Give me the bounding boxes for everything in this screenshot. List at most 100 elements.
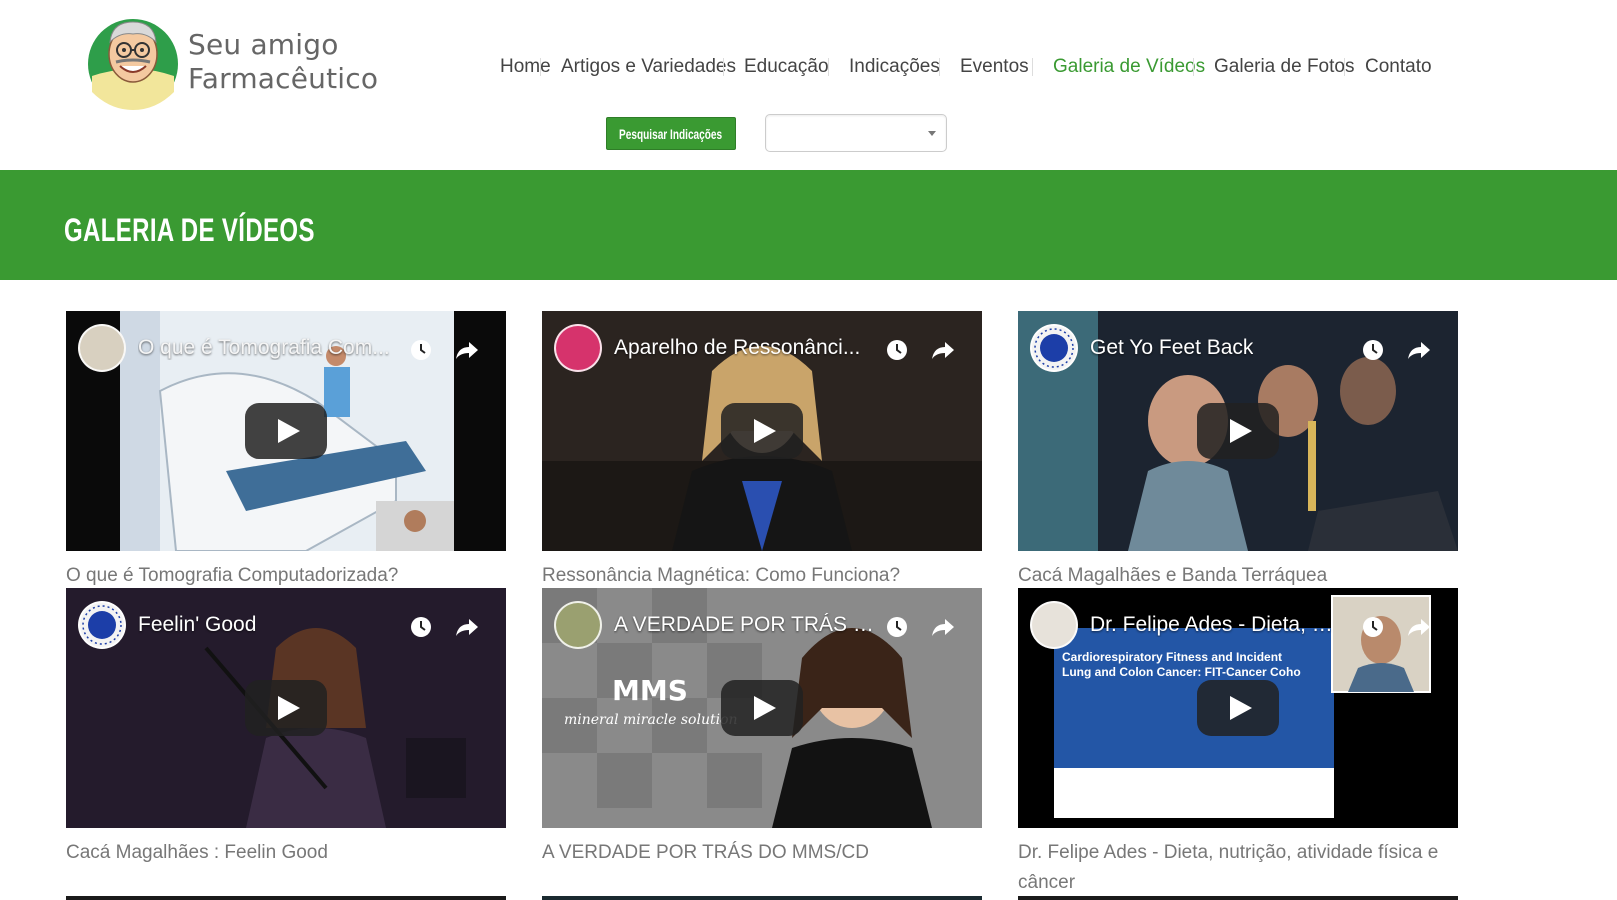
play-icon[interactable] xyxy=(1197,403,1279,459)
play-icon[interactable] xyxy=(1197,680,1279,736)
video-overlay-actions xyxy=(408,614,480,640)
video-player[interactable]: O que é Tomografia Com... xyxy=(66,311,506,551)
nav-label-home: Home xyxy=(500,56,551,77)
nav-separator xyxy=(1032,58,1033,76)
nav-item-galeria-fotos[interactable]: Galeria de Fotos xyxy=(1214,56,1354,78)
video-overlay-header: Feelin' Good xyxy=(78,598,494,652)
video-overlay-title[interactable]: Dr. Felipe Ades - Dieta, n... xyxy=(1090,613,1340,637)
video-overlay-actions xyxy=(884,614,956,640)
video-overlay-title[interactable]: O que é Tomografia Com... xyxy=(138,336,390,360)
video-player[interactable]: Cardiorespiratory Fitness and Incident L… xyxy=(1018,588,1458,828)
channel-avatar-icon[interactable] xyxy=(554,324,602,372)
clock-icon[interactable] xyxy=(408,337,434,363)
site-header: Seu amigo Farmacêutico Home Artigos e Va… xyxy=(0,0,1617,170)
nav-label-galeria-videos: Galeria de Vídeos xyxy=(1053,56,1206,77)
nav-item-indicacoes[interactable]: Indicações xyxy=(849,56,940,78)
clock-icon[interactable] xyxy=(1360,337,1386,363)
clock-icon[interactable] xyxy=(884,337,910,363)
clock-icon[interactable] xyxy=(408,614,434,640)
video-caption[interactable]: Dr. Felipe Ades - Dieta, nutrição, ativi… xyxy=(1018,838,1458,898)
nav-label-educacao: Educação xyxy=(744,56,829,77)
share-icon[interactable] xyxy=(1406,614,1432,640)
video-overlay-actions xyxy=(1360,337,1432,363)
logo-line-2: Farmacêutico xyxy=(188,62,379,95)
nav-separator xyxy=(939,58,940,76)
channel-avatar-icon[interactable] xyxy=(1030,324,1078,372)
video-overlay-title[interactable]: Aparelho de Ressonânci... xyxy=(614,336,860,360)
play-icon[interactable] xyxy=(245,680,327,736)
logo-wordmark: Seu amigo Farmacêutico xyxy=(188,28,378,96)
nav-label-galeria-fotos: Galeria de Fotos xyxy=(1214,56,1355,77)
nav-item-contato[interactable]: Contato xyxy=(1365,56,1432,78)
video-card-partial xyxy=(66,896,506,900)
play-icon[interactable] xyxy=(721,680,803,736)
nav-separator xyxy=(1193,58,1194,76)
video-card: O que é Tomografia Com... O que é Tomogr… xyxy=(66,311,506,591)
nav-label-contato: Contato xyxy=(1365,56,1432,77)
video-caption[interactable]: Ressonância Magnética: Como Funciona? xyxy=(542,561,982,591)
search-indications-button[interactable]: Pesquisar Indicações xyxy=(606,117,736,150)
video-player[interactable]: Feelin' Good xyxy=(66,588,506,828)
video-overlay-header: Aparelho de Ressonânci... xyxy=(554,321,970,375)
clock-icon[interactable] xyxy=(1360,614,1386,640)
nav-separator xyxy=(1344,58,1345,76)
video-overlay-header: O que é Tomografia Com... xyxy=(78,321,494,375)
nav-item-galeria-videos[interactable]: Galeria de Vídeos xyxy=(1053,56,1205,78)
nav-item-home[interactable]: Home xyxy=(500,56,551,78)
channel-avatar-icon[interactable] xyxy=(554,601,602,649)
video-card: Get Yo Feet Back Cacá Magalhães e Banda … xyxy=(1018,311,1458,591)
video-caption[interactable]: O que é Tomografia Computadorizada? xyxy=(66,561,506,591)
nav-label-indicacoes: Indicações xyxy=(849,56,940,77)
nav-item-educacao[interactable]: Educação xyxy=(744,56,829,78)
share-icon[interactable] xyxy=(454,337,480,363)
video-overlay-header: Dr. Felipe Ades - Dieta, n... xyxy=(1030,598,1446,652)
video-card: Cardiorespiratory Fitness and Incident L… xyxy=(1018,588,1458,898)
page-title-bar: GALERIA DE VÍDEOS xyxy=(0,170,1617,280)
video-caption[interactable]: Cacá Magalhães : Feelin Good xyxy=(66,838,506,868)
video-overlay-actions xyxy=(884,337,956,363)
video-overlay-header: A VERDADE POR TRÁS D... xyxy=(554,598,970,652)
video-overlay-title[interactable]: A VERDADE POR TRÁS D... xyxy=(614,613,884,637)
video-player[interactable]: Aparelho de Ressonânci... xyxy=(542,311,982,551)
nav-label-eventos: Eventos xyxy=(960,56,1029,77)
channel-avatar-icon[interactable] xyxy=(78,601,126,649)
share-icon[interactable] xyxy=(1406,337,1432,363)
video-overlay-actions xyxy=(1360,614,1432,640)
video-player[interactable]: Get Yo Feet Back xyxy=(1018,311,1458,551)
share-icon[interactable] xyxy=(930,337,956,363)
share-icon[interactable] xyxy=(930,614,956,640)
play-icon[interactable] xyxy=(245,403,327,459)
site-logo[interactable]: Seu amigo Farmacêutico xyxy=(86,12,378,112)
indications-select[interactable] xyxy=(765,114,947,152)
channel-avatar-icon[interactable] xyxy=(78,324,126,372)
nav-separator xyxy=(828,58,829,76)
video-card: MMS mineral miracle solution A VERDADE P… xyxy=(542,588,982,868)
video-card-partial xyxy=(542,896,982,900)
play-icon[interactable] xyxy=(721,403,803,459)
thumbnail-headline: MMS xyxy=(612,674,688,707)
nav-item-eventos[interactable]: Eventos xyxy=(960,56,1032,78)
video-caption[interactable]: A VERDADE POR TRÁS DO MMS/CD xyxy=(542,838,982,868)
page-title: GALERIA DE VÍDEOS xyxy=(64,212,315,248)
nav-separator xyxy=(540,58,541,76)
search-button-label: Pesquisar Indicações xyxy=(619,125,723,142)
main-nav: Home Artigos e Variedades Educação Indic… xyxy=(500,56,1432,78)
thumbnail-subline: mineral miracle solution xyxy=(564,712,738,728)
channel-avatar-icon[interactable] xyxy=(1030,601,1078,649)
nav-separator xyxy=(723,58,724,76)
clock-icon[interactable] xyxy=(884,614,910,640)
video-player[interactable]: MMS mineral miracle solution A VERDADE P… xyxy=(542,588,982,828)
logo-line-1: Seu amigo xyxy=(188,28,339,61)
video-card: Aparelho de Ressonânci... Ressonância Ma… xyxy=(542,311,982,591)
nav-label-artigos: Artigos e Variedades xyxy=(561,56,736,77)
video-overlay-title[interactable]: Feelin' Good xyxy=(138,613,256,637)
video-overlay-title[interactable]: Get Yo Feet Back xyxy=(1090,336,1253,360)
nav-item-artigos[interactable]: Artigos e Variedades xyxy=(561,56,736,78)
pharmacist-avatar-icon xyxy=(86,12,180,112)
video-overlay-actions xyxy=(408,337,480,363)
share-icon[interactable] xyxy=(454,614,480,640)
video-card: Feelin' Good Cacá Magalhães : Feelin Goo… xyxy=(66,588,506,868)
thumbnail-slide-title: Cardiorespiratory Fitness and Incident L… xyxy=(1062,650,1301,679)
video-caption[interactable]: Cacá Magalhães e Banda Terráquea xyxy=(1018,561,1458,591)
video-card-partial xyxy=(1018,896,1458,900)
